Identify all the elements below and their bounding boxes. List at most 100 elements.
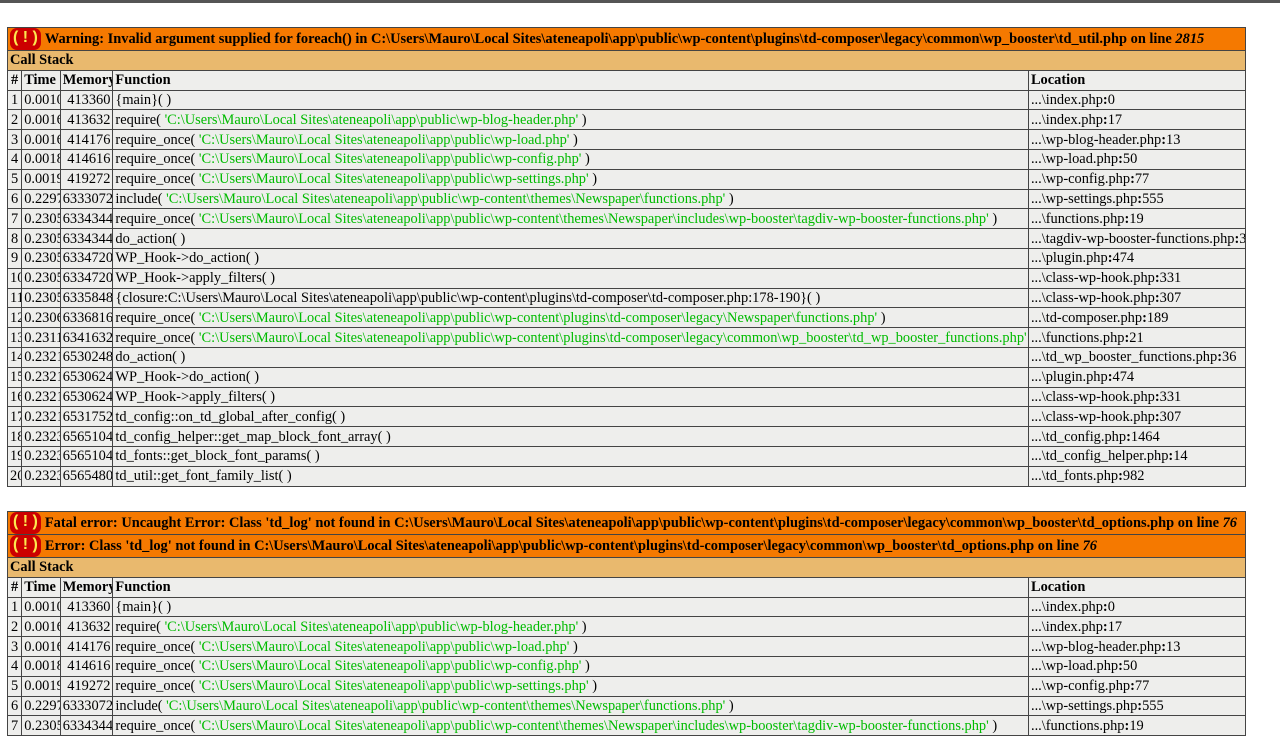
frame-location-file: ...\wp-load.php [1030,658,1119,675]
frame-index: 16 [6,386,23,408]
frame-time: 0.2321 [21,386,61,408]
frame-index: 8 [6,228,23,249]
browser-top-edge [0,0,1280,3]
frame-location: ...\class-wp-hook.php:307 [1027,406,1247,428]
frame-location-file: ...\class-wp-hook.php [1030,388,1155,405]
frame-location: ...\functions.php:19 [1027,715,1247,737]
frame-location: ...\td_fonts.php:982 [1027,465,1247,487]
frame-time: 0.2321 [21,346,61,368]
frame-location-line: 307 [1159,289,1182,306]
frame-index: 1 [6,596,23,618]
frame-function-close: ) [988,717,998,734]
frame-function: include( 'C:\Users\Mauro\Local Sites\ate… [112,188,1029,210]
stack-frame-row: 4 0.0018 414616 require_once( 'C:\Users\Mau… [6,655,1247,677]
frame-function-name: require_once( [115,717,199,734]
frame-function: td_fonts::get_block_font_params( ) [112,445,1029,467]
frame-function-name: do_action( ) [115,349,186,366]
fatal-error-row: ( ! ) Fatal error: Uncaught Error: Class … [7,511,1246,535]
warning-row: ( ! ) Warning: Invalid argument supplied … [7,27,1246,51]
col-function-header: Function [112,576,1029,598]
frame-location-file: ...\class-wp-hook.php [1030,270,1155,287]
frame-function-argument: 'C:\Users\Mauro\Local Sites\ateneapoli\a… [198,329,1027,346]
frame-location-line: 77 [1134,678,1150,695]
frame-function-name: WP_Hook->do_action( ) [115,250,260,267]
frame-index: 6 [6,695,23,717]
col-index-header: # [6,69,23,91]
stack-frame-row: 140.23216530248do_action( ) ...\td_wp_boo… [6,346,1247,368]
frame-function: require_once( 'C:\Users\Mauro\Local Site… [112,715,1029,737]
frame-time: 0.0016 [21,129,61,150]
frame-function-close: ) [578,618,587,635]
frame-function: require_once( 'C:\Users\Mauro\Local Site… [112,307,1029,329]
stack-frame-row: 200.23236565480td_util::get_font_family_… [6,465,1247,487]
frame-location: ...\wp-settings.php:555 [1027,695,1247,717]
stack-frame-row: 3 0.0016 414176 require_once( 'C:\Users\Mau… [6,636,1247,657]
frame-location-file: ...\td_wp_booster_functions.php [1030,349,1218,366]
stack-frame-row: 170.23216531752td_config::on_td_global_a… [6,406,1247,428]
frame-memory: 6334344 [59,208,114,230]
frame-function: td_config_helper::get_map_block_font_arr… [112,426,1029,447]
frame-memory: 419272 [59,168,114,190]
call-stack-title-row: Call Stack [7,557,1246,578]
call-stack-header-row: # Time Memory Function Location [6,69,1247,91]
exclamation-icon: ( ! ) [10,28,41,50]
frame-location-file: ...\plugin.php [1030,369,1108,386]
col-location-header: Location [1027,69,1247,91]
frame-location: ...\wp-blog-header.php:13 [1027,636,1247,657]
frame-location: ...\tagdiv-wp-booster-functions.php:3 [1027,228,1247,249]
stack-frame-row: 7 0.2305 6334344 require_once( 'C:\Users\Ma… [6,715,1247,737]
stack-frame-row: 9 0.2305 6334720 WP_Hook->do_action( ) ...\p… [6,247,1247,269]
frame-function-argument: 'C:\Users\Mauro\Local Sites\ateneapoli\a… [198,151,582,168]
frame-function-name: WP_Hook->apply_filters( ) [115,388,276,405]
col-memory-header: Memory [59,69,114,91]
frame-time: 0.0016 [21,109,61,131]
frame-memory: 413360 [59,596,114,618]
frame-index: 18 [6,426,23,447]
frame-location-file: ...\wp-blog-header.php [1030,638,1162,655]
frame-index: 3 [6,129,23,150]
frame-function-close: ) [725,190,734,207]
frame-memory: 6565480 [59,465,114,487]
frame-memory: 6334344 [59,228,114,249]
frame-time: 0.2305 [21,287,61,309]
frame-function-name: require_once( [115,210,199,227]
frame-location-line: 474 [1112,369,1135,386]
frame-function-close: ) [725,697,734,714]
frame-location-line: 17 [1107,111,1123,128]
warning-error-table: ( ! ) Warning: Invalid argument supplied … [6,27,1247,487]
frame-location-file: ...\functions.php [1030,210,1125,227]
frame-memory: 6334720 [59,247,114,269]
error-row: ( ! ) Error: Class 'td_log' not found in … [7,534,1246,558]
stack-frame-row: 160.23216530624WP_Hook->apply_filters( )… [6,386,1247,408]
frame-location-file: ...\class-wp-hook.php [1030,408,1155,425]
frame-location-line: 189 [1146,309,1169,326]
stack-frame-row: 1 0.0010 413360 {main}( ) ...\index.php:0 [6,596,1247,618]
frame-location-file: ...\td-composer.php [1030,309,1143,326]
frame-function-argument: 'C:\Users\Mauro\Local Sites\ateneapoli\a… [166,190,726,207]
frame-function-name: include( [115,697,167,714]
stack-frame-row: 2 0.0016 413632 require( 'C:\Users\Mauro\Lo… [6,109,1247,131]
frame-time: 0.2305 [21,228,61,249]
frame-location: ...\index.php:0 [1027,596,1247,618]
frame-location-file: ...\index.php [1030,598,1103,615]
frame-location-line: 36 [1222,349,1237,366]
frame-memory: 414616 [59,148,114,170]
frame-function-name: require_once( [115,638,199,655]
frame-index: 3 [6,636,23,657]
frame-memory: 414616 [59,655,114,677]
frame-location: ...\wp-blog-header.php:13 [1027,129,1247,150]
frame-location: ...\td-composer.php:189 [1027,307,1247,329]
stack-frame-row: 2 0.0016 413632 require( 'C:\Users\Mauro\Lo… [6,616,1247,638]
frame-function-name: require_once( [115,151,199,168]
frame-function: require_once( 'C:\Users\Mauro\Local Site… [112,129,1029,150]
frame-location-line: 331 [1159,388,1182,405]
stack-frame-row: 190.23236565104td_fonts::get_block_font_… [6,445,1247,467]
frame-function-name: {main}( ) [115,598,172,615]
frame-index: 10 [6,267,23,289]
frame-time: 0.2305 [21,247,61,269]
frame-function-argument: 'C:\Users\Mauro\Local Sites\ateneapoli\a… [198,309,878,326]
frame-function: require( 'C:\Users\Mauro\Local Sites\ate… [112,616,1029,638]
frame-location-line: 555 [1142,697,1164,714]
frame-location-file: ...\td_config_helper.php [1030,448,1169,465]
frame-location-line: 13 [1166,131,1181,148]
